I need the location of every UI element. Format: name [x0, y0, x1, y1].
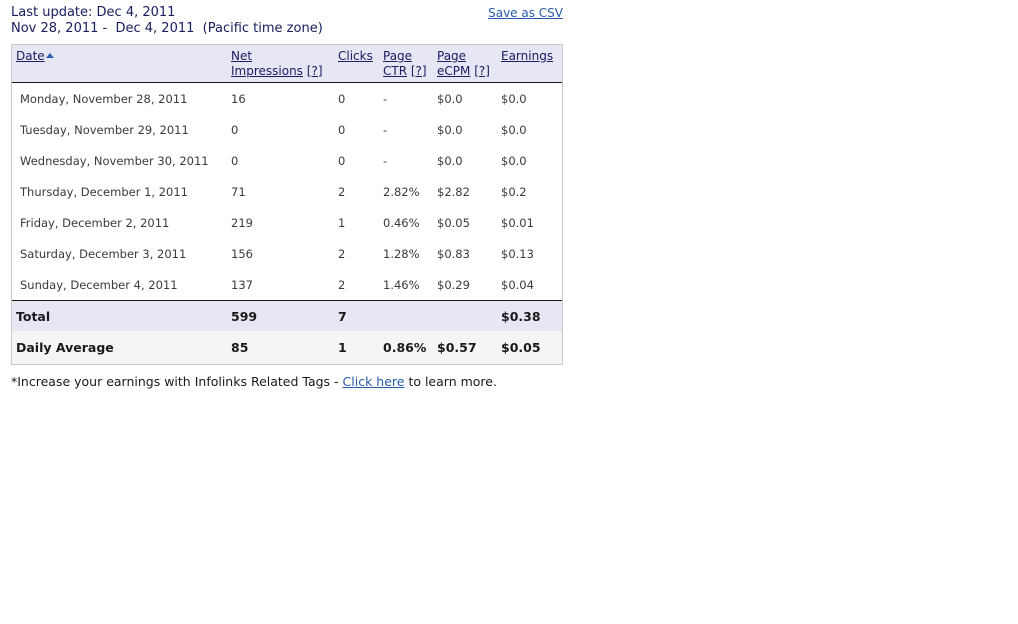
footnote: *Increase your earnings with Infolinks R… [11, 374, 497, 389]
total-ecpm [433, 300, 497, 331]
average-earnings: $0.05 [497, 331, 562, 364]
row-ctr: - [379, 114, 433, 145]
row-impressions: 137 [227, 269, 334, 301]
row-impressions: 0 [227, 114, 334, 145]
column-header-earnings: Earnings [497, 45, 562, 83]
row-date: Monday, November 28, 2011 [12, 82, 227, 114]
table-row: Saturday, December 3, 2011 156 2 1.28% $… [12, 238, 562, 269]
row-clicks: 2 [334, 176, 379, 207]
row-ctr: - [379, 82, 433, 114]
date-range-text: Nov 28, 2011 - Dec 4, 2011 (Pacific time… [11, 21, 323, 36]
row-ctr: 0.46% [379, 207, 433, 238]
row-earnings: $0.13 [497, 238, 562, 269]
sort-by-clicks-link[interactable]: Clicks [338, 49, 373, 63]
row-impressions: 71 [227, 176, 334, 207]
row-earnings: $0.2 [497, 176, 562, 207]
row-clicks: 0 [334, 114, 379, 145]
ctr-help-link[interactable]: [?] [411, 64, 427, 78]
sort-by-ecpm-link[interactable]: Page eCPM [437, 49, 470, 78]
row-date: Friday, December 2, 2011 [12, 207, 227, 238]
average-ctr: 0.86% [379, 331, 433, 364]
table-row: Friday, December 2, 2011 219 1 0.46% $0.… [12, 207, 562, 238]
page-ecpm-label-1: Page [437, 49, 467, 63]
total-impressions: 599 [227, 300, 334, 331]
row-ecpm: $0.83 [433, 238, 497, 269]
total-earnings: $0.38 [497, 300, 562, 331]
column-header-impressions: Net Impressions [?] [227, 45, 334, 83]
row-earnings: $0.0 [497, 82, 562, 114]
total-ctr [379, 300, 433, 331]
table-row: Sunday, December 4, 2011 137 2 1.46% $0.… [12, 269, 562, 301]
report-table-container: Date Net Impressions [?] Clicks Page CTR [… [11, 44, 563, 365]
sort-by-ctr-link[interactable]: Page CTR [383, 49, 412, 78]
row-ctr: 1.28% [379, 238, 433, 269]
row-ecpm: $0.29 [433, 269, 497, 301]
table-row: Monday, November 28, 2011 16 0 - $0.0 $0… [12, 82, 562, 114]
sort-by-earnings-link[interactable]: Earnings [501, 49, 553, 63]
total-clicks: 7 [334, 300, 379, 331]
row-impressions: 16 [227, 82, 334, 114]
row-date: Wednesday, November 30, 2011 [12, 145, 227, 176]
learn-more-link[interactable]: Click here [343, 374, 405, 389]
row-ecpm: $0.0 [433, 82, 497, 114]
footnote-suffix: to learn more. [404, 374, 497, 389]
net-label: Net [231, 49, 253, 63]
column-header-ecpm: Page eCPM [?] [433, 45, 497, 83]
row-date: Sunday, December 4, 2011 [12, 269, 227, 301]
save-as-csv-link[interactable]: Save as CSV [488, 5, 563, 21]
impressions-help-link[interactable]: [?] [307, 64, 323, 78]
row-ecpm: $0.0 [433, 114, 497, 145]
ecpm-help-link[interactable]: [?] [474, 64, 490, 78]
row-date: Thursday, December 1, 2011 [12, 176, 227, 207]
last-update-text: Last update: Dec 4, 2011 [11, 5, 176, 20]
report-table: Date Net Impressions [?] Clicks Page CTR [… [12, 45, 562, 364]
sort-by-impressions-link[interactable]: Net Impressions [231, 49, 303, 78]
row-date: Saturday, December 3, 2011 [12, 238, 227, 269]
table-row: Tuesday, November 29, 2011 0 0 - $0.0 $0… [12, 114, 562, 145]
row-earnings: $0.04 [497, 269, 562, 301]
row-impressions: 219 [227, 207, 334, 238]
table-row: Wednesday, November 30, 2011 0 0 - $0.0 … [12, 145, 562, 176]
impressions-label: Impressions [231, 64, 303, 78]
average-ecpm: $0.57 [433, 331, 497, 364]
row-earnings: $0.0 [497, 145, 562, 176]
sort-by-date-link[interactable]: Date [16, 49, 45, 63]
column-header-clicks: Clicks [334, 45, 379, 83]
date-header-label: Date [16, 49, 45, 63]
row-clicks: 0 [334, 82, 379, 114]
table-header-row: Date Net Impressions [?] Clicks Page CTR [… [12, 45, 562, 83]
total-row: Total 599 7 $0.38 [12, 300, 562, 331]
row-date: Tuesday, November 29, 2011 [12, 114, 227, 145]
row-ecpm: $2.82 [433, 176, 497, 207]
row-ecpm: $0.0 [433, 145, 497, 176]
average-impressions: 85 [227, 331, 334, 364]
column-header-date: Date [12, 45, 227, 83]
row-clicks: 2 [334, 269, 379, 301]
sort-ascending-icon[interactable] [45, 53, 54, 58]
row-impressions: 156 [227, 238, 334, 269]
report-header: Last update: Dec 4, 2011 Nov 28, 2011 - … [11, 5, 563, 37]
row-ctr: 1.46% [379, 269, 433, 301]
row-earnings: $0.0 [497, 114, 562, 145]
row-clicks: 0 [334, 145, 379, 176]
average-clicks: 1 [334, 331, 379, 364]
total-label: Total [12, 300, 227, 331]
ctr-label: CTR [383, 64, 408, 78]
column-header-ctr: Page CTR [?] [379, 45, 433, 83]
row-ctr: 2.82% [379, 176, 433, 207]
page-ctr-label-1: Page [383, 49, 413, 63]
row-impressions: 0 [227, 145, 334, 176]
row-ecpm: $0.05 [433, 207, 497, 238]
footnote-prefix: *Increase your earnings with Infolinks R… [11, 374, 343, 389]
average-label: Daily Average [12, 331, 227, 364]
ecpm-label: eCPM [437, 64, 471, 78]
row-clicks: 2 [334, 238, 379, 269]
row-ctr: - [379, 145, 433, 176]
daily-average-row: Daily Average 85 1 0.86% $0.57 $0.05 [12, 331, 562, 364]
row-earnings: $0.01 [497, 207, 562, 238]
row-clicks: 1 [334, 207, 379, 238]
table-row: Thursday, December 1, 2011 71 2 2.82% $2… [12, 176, 562, 207]
